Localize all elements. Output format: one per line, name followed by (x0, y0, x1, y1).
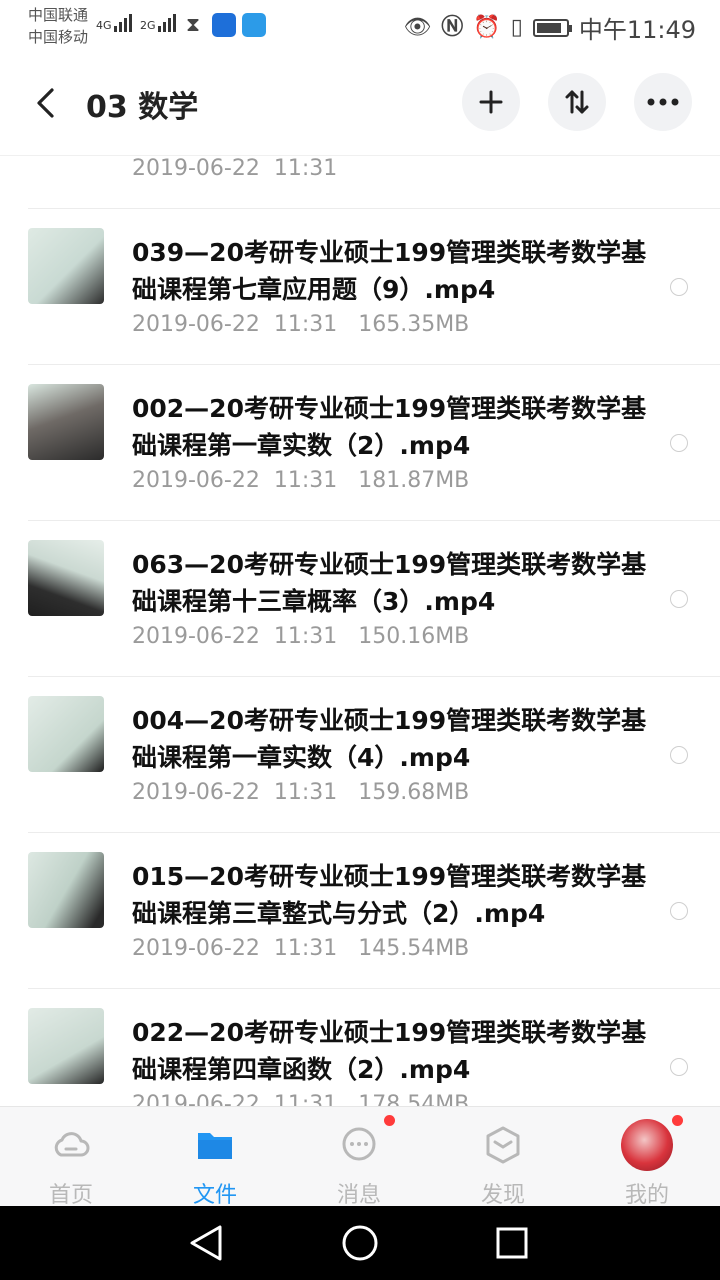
file-row[interactable]: 002—20考研专业硕士199管理类联考数学基础课程第一章实数（2）.mp4 2… (0, 364, 720, 520)
file-name: 002—20考研专业硕士199管理类联考数学基础课程第一章实数（2）.mp4 (132, 394, 647, 460)
file-meta: 2019-06-22 11:31 145.54MB (132, 936, 470, 961)
file-name: 022—20考研专业硕士199管理类联考数学基础课程第四章函数（2）.mp4 (132, 1018, 647, 1084)
divider (28, 988, 720, 989)
video-thumbnail (28, 384, 104, 460)
app-header: 03 数学 (0, 52, 720, 156)
tab-label: 发现 (480, 1183, 525, 1208)
nav-recents-icon[interactable] (494, 1223, 530, 1263)
tab-label: 我的 (624, 1183, 669, 1208)
tab-label: 消息 (336, 1183, 381, 1208)
video-thumbnail (28, 696, 104, 772)
video-thumbnail (28, 852, 104, 928)
more-dots-icon (647, 98, 679, 106)
tab-home[interactable]: 首页 (16, 1107, 126, 1208)
file-row[interactable]: 063—20考研专业硕士199管理类联考数学基础课程第十三章概率（3）.mp4 … (0, 520, 720, 676)
hexagon-icon (486, 1126, 520, 1164)
tab-label: 首页 (48, 1183, 93, 1208)
tab-files[interactable]: 文件 (160, 1107, 270, 1208)
file-meta: 2019-06-22 11:31 181.87MB (132, 468, 470, 493)
signal-4g-icon: 4G (96, 12, 132, 32)
file-meta: 2019-06-22 11:31 165.35MB (132, 312, 470, 337)
sort-button[interactable] (548, 73, 606, 131)
plus-icon (479, 90, 503, 114)
select-radio[interactable] (670, 434, 688, 452)
status-right: 👁 Ⓝ ⏰ ▯ 中午11:49 (403, 10, 696, 45)
page-title: 03 数学 (86, 90, 199, 125)
select-radio[interactable] (670, 278, 688, 296)
sort-icon (565, 90, 589, 114)
bottom-tab-bar: 首页 文件 消息 发现 我的 (0, 1106, 720, 1208)
nav-home-icon[interactable] (340, 1223, 380, 1263)
video-thumbnail (28, 228, 104, 304)
app-notification-icon (212, 13, 236, 37)
file-row[interactable]: 039—20考研专业硕士199管理类联考数学基础课程第七章应用题（9）.mp4 … (0, 208, 720, 364)
carrier-unicom: 中国联通 (28, 6, 89, 24)
file-meta: 2019-06-22 11:31 178.54MB (132, 1092, 470, 1106)
divider (28, 364, 720, 365)
divider (28, 832, 720, 833)
file-list[interactable]: 2019-06-22 11:31 039—20考研专业硕士199管理类联考数学基… (0, 156, 720, 1106)
file-row[interactable]: 022—20考研专业硕士199管理类联考数学基础课程第四章函数（2）.mp4 2… (0, 988, 720, 1106)
notification-dot (672, 1115, 683, 1126)
file-name: 015—20考研专业硕士199管理类联考数学基础课程第三章整式与分式（2）.mp… (132, 862, 647, 928)
select-radio[interactable] (670, 746, 688, 764)
file-meta: 2019-06-22 11:31 159.68MB (132, 780, 470, 805)
notification-dot (384, 1115, 395, 1126)
tab-label: 文件 (192, 1183, 237, 1208)
file-name: 063—20考研专业硕士199管理类联考数学基础课程第十三章概率（3）.mp4 (132, 550, 647, 616)
tab-profile[interactable]: 我的 (592, 1107, 702, 1208)
nav-back-icon[interactable] (188, 1223, 224, 1263)
net-type-1: 4G (96, 19, 112, 32)
add-button[interactable] (462, 73, 520, 131)
tab-messages[interactable]: 消息 (304, 1107, 414, 1208)
select-radio[interactable] (670, 902, 688, 920)
file-name: 004—20考研专业硕士199管理类联考数学基础课程第一章实数（4）.mp4 (132, 706, 647, 772)
tab-discover[interactable]: 发现 (448, 1107, 558, 1208)
avatar-icon (621, 1119, 673, 1171)
status-time: 中午11:49 (578, 16, 696, 44)
video-thumbnail (28, 1008, 104, 1084)
system-nav-bar (0, 1206, 720, 1280)
file-meta: 2019-06-22 11:31 (132, 156, 338, 181)
vibrate-icon: ▯ (510, 14, 523, 40)
carrier-info: 中国联通 中国移动 (28, 4, 88, 48)
status-bar: 中国联通 中国移动 4G 2G ⧗ 👁 Ⓝ ⏰ ▯ 中午11:49 (0, 0, 720, 52)
app-notification-icon-2 (242, 13, 266, 37)
file-meta: 2019-06-22 11:31 150.16MB (132, 624, 470, 649)
folder-icon (198, 1133, 232, 1159)
battery-icon (532, 18, 572, 37)
divider (28, 208, 720, 209)
file-name: 039—20考研专业硕士199管理类联考数学基础课程第七章应用题（9）.mp4 (132, 238, 647, 304)
net-type-2: 2G (140, 19, 156, 32)
file-row[interactable]: 004—20考研专业硕士199管理类联考数学基础课程第一章实数（4）.mp4 2… (0, 676, 720, 832)
hourglass-icon: ⧗ (186, 12, 201, 36)
chat-bubble-icon (342, 1127, 376, 1161)
divider (28, 676, 720, 677)
carrier-mobile: 中国移动 (28, 28, 89, 46)
back-arrow-icon[interactable] (30, 86, 64, 120)
eye-icon: 👁 (403, 14, 432, 40)
select-radio[interactable] (670, 1058, 688, 1076)
divider (28, 520, 720, 521)
cloud-icon (54, 1132, 90, 1157)
alarm-icon: ⏰ (473, 14, 501, 40)
file-row[interactable]: 015—20考研专业硕士199管理类联考数学基础课程第三章整式与分式（2）.mp… (0, 832, 720, 988)
list-item-partial[interactable]: 2019-06-22 11:31 (0, 156, 720, 208)
signal-2g-icon: 2G (140, 12, 176, 32)
more-button[interactable] (634, 73, 692, 131)
video-thumbnail (28, 540, 104, 616)
select-radio[interactable] (670, 590, 688, 608)
nfc-icon: Ⓝ (441, 14, 464, 40)
